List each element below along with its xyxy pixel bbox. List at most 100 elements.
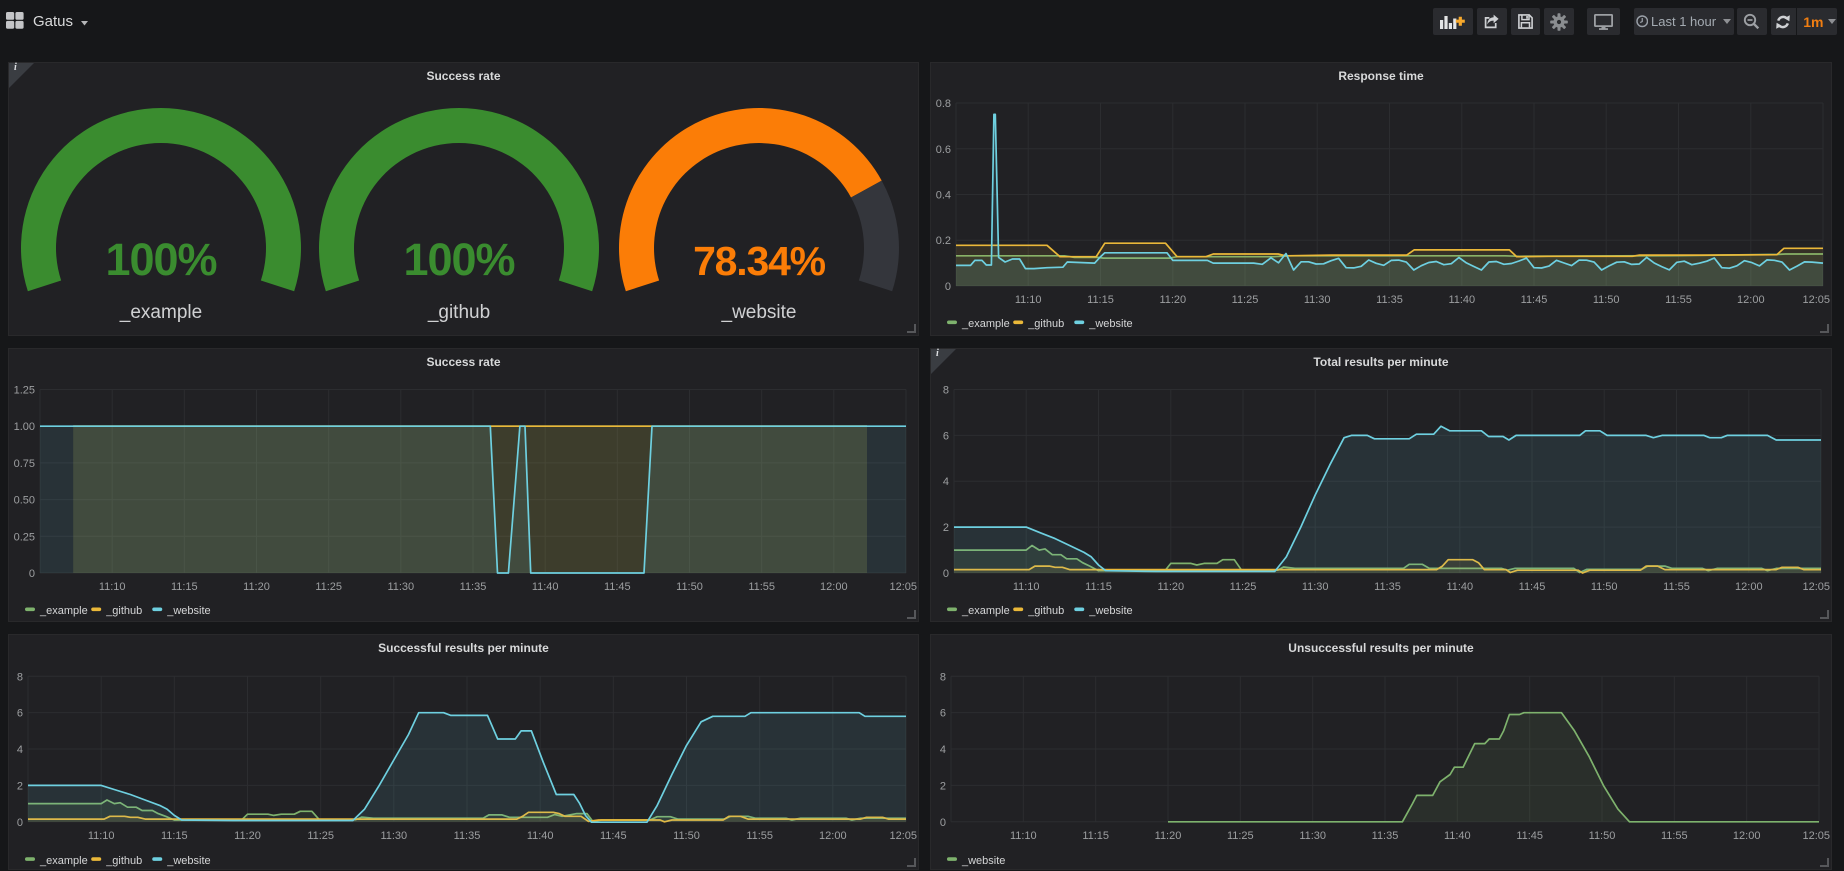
svg-text:_website: _website xyxy=(961,855,1005,867)
svg-text:0.25: 0.25 xyxy=(14,531,35,543)
svg-text:6: 6 xyxy=(17,708,23,720)
svg-text:_example: _example xyxy=(39,855,88,867)
svg-text:11:10: 11:10 xyxy=(88,830,115,842)
svg-text:11:15: 11:15 xyxy=(171,581,198,593)
svg-text:11:55: 11:55 xyxy=(1663,581,1690,593)
svg-text:11:50: 11:50 xyxy=(673,830,700,842)
svg-text:11:35: 11:35 xyxy=(460,581,487,593)
svg-text:6: 6 xyxy=(940,708,946,720)
svg-text:0: 0 xyxy=(943,568,949,580)
svg-text:11:40: 11:40 xyxy=(1444,830,1471,842)
svg-text:_website: _website xyxy=(166,605,210,617)
svg-text:12:00: 12:00 xyxy=(1735,581,1763,593)
svg-text:0: 0 xyxy=(17,817,23,829)
svg-text:11:10: 11:10 xyxy=(1010,830,1037,842)
svg-text:_github: _github xyxy=(1027,605,1064,617)
svg-text:0.4: 0.4 xyxy=(936,190,951,202)
svg-text:11:30: 11:30 xyxy=(380,830,407,842)
svg-text:11:20: 11:20 xyxy=(1157,581,1184,593)
svg-text:12:05: 12:05 xyxy=(1802,581,1830,593)
svg-text:11:50: 11:50 xyxy=(676,581,703,593)
svg-text:11:15: 11:15 xyxy=(1085,581,1112,593)
svg-text:2: 2 xyxy=(17,780,23,792)
svg-text:11:55: 11:55 xyxy=(1661,830,1688,842)
svg-text:0.8: 0.8 xyxy=(936,98,951,110)
svg-text:11:10: 11:10 xyxy=(1013,581,1040,593)
svg-text:11:15: 11:15 xyxy=(161,830,188,842)
svg-text:_github: _github xyxy=(427,302,490,323)
svg-text:100%: 100% xyxy=(403,234,514,285)
svg-text:11:20: 11:20 xyxy=(243,581,270,593)
svg-text:6: 6 xyxy=(943,430,949,442)
svg-text:11:25: 11:25 xyxy=(1227,830,1254,842)
svg-text:12:00: 12:00 xyxy=(1733,830,1761,842)
svg-text:11:30: 11:30 xyxy=(1304,294,1331,306)
svg-text:2: 2 xyxy=(940,780,946,792)
svg-text:1.00: 1.00 xyxy=(14,421,35,433)
svg-text:11:30: 11:30 xyxy=(1299,830,1326,842)
svg-text:11:25: 11:25 xyxy=(1232,294,1259,306)
svg-text:11:25: 11:25 xyxy=(315,581,342,593)
svg-text:12:05: 12:05 xyxy=(889,581,917,593)
svg-text:11:45: 11:45 xyxy=(1516,830,1543,842)
svg-text:_website: _website xyxy=(1088,605,1132,617)
svg-text:11:55: 11:55 xyxy=(746,830,773,842)
svg-text:11:15: 11:15 xyxy=(1082,830,1109,842)
svg-text:_example: _example xyxy=(39,605,88,617)
svg-text:11:40: 11:40 xyxy=(1448,294,1475,306)
svg-text:11:45: 11:45 xyxy=(1521,294,1548,306)
svg-text:8: 8 xyxy=(940,671,946,683)
svg-text:_website: _website xyxy=(1088,318,1132,330)
svg-text:11:50: 11:50 xyxy=(1591,581,1618,593)
svg-text:4: 4 xyxy=(17,744,23,756)
svg-text:0.75: 0.75 xyxy=(14,458,35,470)
svg-text:11:55: 11:55 xyxy=(748,581,775,593)
svg-text:11:35: 11:35 xyxy=(454,830,481,842)
svg-text:11:15: 11:15 xyxy=(1087,294,1114,306)
svg-text:12:05: 12:05 xyxy=(889,830,917,842)
svg-text:11:40: 11:40 xyxy=(527,830,554,842)
svg-text:4: 4 xyxy=(940,744,946,756)
svg-text:11:40: 11:40 xyxy=(532,581,559,593)
svg-text:11:45: 11:45 xyxy=(1519,581,1546,593)
svg-text:_example: _example xyxy=(119,302,202,323)
svg-text:_github: _github xyxy=(105,605,142,617)
svg-text:12:00: 12:00 xyxy=(820,581,848,593)
svg-text:11:25: 11:25 xyxy=(1230,581,1257,593)
svg-text:8: 8 xyxy=(943,385,949,397)
svg-text:11:20: 11:20 xyxy=(1155,830,1182,842)
svg-text:_github: _github xyxy=(1027,318,1064,330)
svg-text:12:05: 12:05 xyxy=(1802,830,1830,842)
svg-text:11:30: 11:30 xyxy=(387,581,414,593)
svg-text:12:00: 12:00 xyxy=(819,830,847,842)
svg-text:100%: 100% xyxy=(105,234,216,285)
svg-text:11:50: 11:50 xyxy=(1593,294,1620,306)
svg-text:11:50: 11:50 xyxy=(1589,830,1616,842)
svg-text:11:30: 11:30 xyxy=(1302,581,1329,593)
svg-text:_example: _example xyxy=(961,318,1010,330)
svg-text:11:20: 11:20 xyxy=(234,830,261,842)
svg-text:11:35: 11:35 xyxy=(1376,294,1403,306)
svg-text:0.50: 0.50 xyxy=(14,495,35,507)
svg-text:0: 0 xyxy=(940,817,946,829)
svg-text:11:55: 11:55 xyxy=(1665,294,1692,306)
svg-text:11:45: 11:45 xyxy=(604,581,631,593)
svg-text:11:35: 11:35 xyxy=(1372,830,1399,842)
svg-text:12:05: 12:05 xyxy=(1802,294,1830,306)
svg-text:4: 4 xyxy=(943,476,949,488)
svg-text:11:10: 11:10 xyxy=(1015,294,1042,306)
svg-text:11:40: 11:40 xyxy=(1446,581,1473,593)
svg-text:0: 0 xyxy=(29,568,35,580)
svg-text:1.25: 1.25 xyxy=(14,385,35,397)
svg-text:0: 0 xyxy=(945,281,951,293)
svg-text:_github: _github xyxy=(105,855,142,867)
svg-text:11:25: 11:25 xyxy=(307,830,334,842)
svg-text:11:10: 11:10 xyxy=(99,581,126,593)
svg-text:8: 8 xyxy=(17,671,23,683)
svg-text:0.6: 0.6 xyxy=(936,144,951,156)
svg-text:_website: _website xyxy=(721,302,797,323)
svg-text:11:20: 11:20 xyxy=(1159,294,1186,306)
svg-text:2: 2 xyxy=(943,522,949,534)
svg-text:_website: _website xyxy=(166,855,210,867)
svg-text:11:35: 11:35 xyxy=(1374,581,1401,593)
